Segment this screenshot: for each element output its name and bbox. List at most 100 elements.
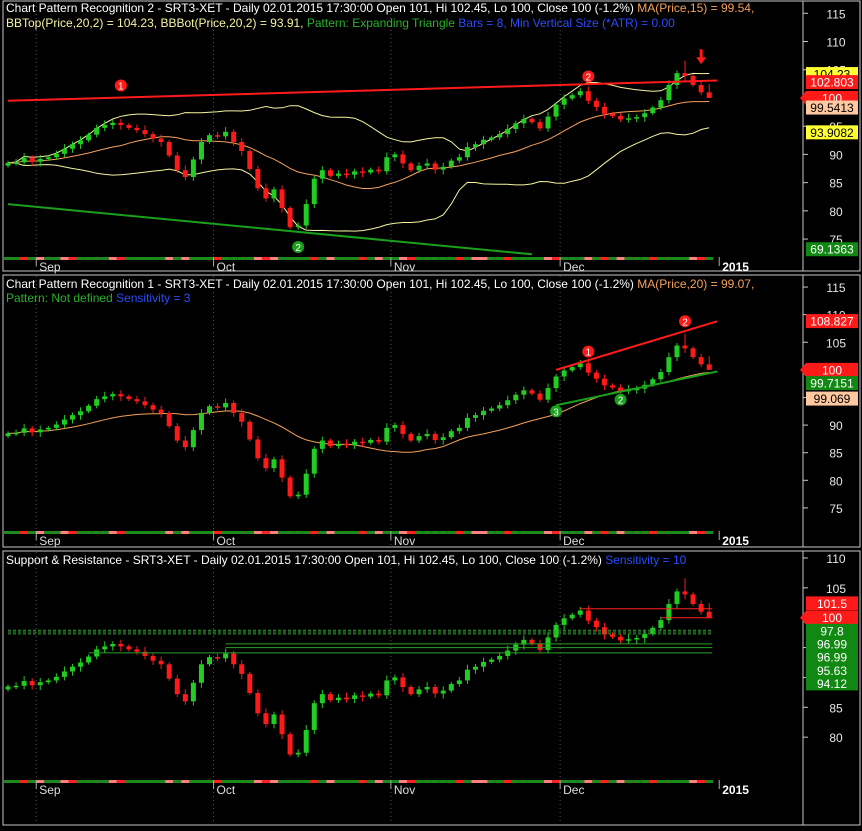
bar-status-strip	[310, 257, 319, 260]
bar-status-strip	[503, 531, 512, 534]
bar-status-strip	[463, 257, 472, 260]
candle-body	[432, 163, 438, 170]
bar-status-strip	[552, 531, 561, 534]
candle-body	[166, 141, 172, 156]
candle-body	[698, 84, 704, 93]
bar-status-strip	[495, 531, 504, 534]
candle-body	[21, 157, 27, 163]
bar-status-strip	[4, 780, 13, 783]
candle-body	[569, 95, 575, 99]
candle-body	[295, 225, 301, 228]
bar-status-strip	[28, 257, 37, 260]
candle-body	[303, 204, 309, 226]
bar-status-strip	[132, 780, 142, 783]
bar-status-strip	[20, 531, 29, 534]
candle-body	[456, 680, 462, 685]
price-tag-label: 99.5413	[810, 101, 854, 115]
bar-status-strip	[519, 531, 528, 534]
bar-status-strip	[68, 257, 77, 260]
candle-body	[150, 405, 156, 410]
bar-status-strip	[527, 257, 536, 260]
title-segment: BBBot(Price,20,2) = 93.91,	[160, 16, 306, 30]
title-segment: Chart Pattern Recognition 1 - SRT3-XET -…	[6, 277, 637, 291]
bar-status-strip	[648, 257, 657, 260]
candle-body	[658, 620, 664, 628]
bar-status-strip	[358, 257, 367, 260]
candle-body	[13, 162, 19, 164]
candle-body	[618, 116, 624, 120]
chart-canvas[interactable]: 7580859095100105110115122104.23102.80310…	[0, 0, 862, 826]
candle-body	[335, 697, 341, 701]
candle-body	[239, 664, 245, 674]
candle-body	[303, 730, 309, 753]
bar-status-strip	[519, 257, 528, 260]
candle-body	[344, 443, 350, 446]
y-tick-label: 85	[829, 177, 843, 191]
time-axis-label: Nov	[394, 260, 415, 274]
bar-status-strip	[664, 257, 673, 260]
candle-body	[239, 412, 245, 422]
candle-body	[577, 610, 583, 615]
candle-body	[464, 417, 470, 428]
candle-body	[440, 437, 446, 440]
bar-status-strip	[455, 780, 464, 783]
bar-status-strip	[326, 531, 335, 534]
bar-status-strip	[600, 531, 609, 534]
bar-status-strip	[697, 257, 706, 260]
candle-body	[182, 694, 188, 702]
candle-body	[593, 100, 599, 107]
price-tag-label: 93.9082	[810, 126, 854, 140]
bar-status-strip	[584, 257, 593, 260]
bar-status-strip	[76, 257, 85, 260]
bar-status-strip	[157, 780, 166, 783]
candle-body	[263, 188, 269, 199]
bar-status-strip	[632, 780, 641, 783]
candle-body	[29, 681, 35, 686]
candle-body	[311, 178, 317, 205]
bar-status-strip	[664, 780, 673, 783]
candle-body	[198, 412, 204, 431]
candle-body	[360, 441, 366, 444]
candle-body	[263, 713, 269, 725]
y-tick-label: 115	[826, 7, 845, 21]
candle-body	[110, 394, 116, 397]
candle-body	[521, 118, 527, 124]
candle-body	[352, 441, 358, 445]
bar-status-strip	[374, 531, 383, 534]
bar-status-strip	[100, 531, 109, 534]
bar-status-strip	[302, 257, 311, 260]
bar-status-strip	[84, 531, 93, 534]
candle-body	[553, 624, 559, 638]
bar-status-strip	[318, 780, 327, 783]
time-axis-label: 2015	[722, 534, 749, 548]
candle-body	[489, 408, 495, 411]
candle-body	[424, 687, 430, 690]
candle-body	[682, 73, 688, 76]
candle-body	[174, 155, 180, 171]
candle-body	[432, 433, 438, 440]
bar-status-strip	[471, 780, 480, 783]
candle-body	[529, 390, 535, 394]
bar-status-strip	[592, 257, 601, 260]
candle-body	[642, 113, 648, 118]
candle-body	[303, 473, 309, 495]
bar-status-strip	[326, 257, 335, 260]
bar-status-strip	[165, 780, 174, 783]
bar-status-strip	[689, 780, 698, 783]
bar-status-strip	[245, 531, 254, 534]
candle-body	[497, 655, 503, 660]
candle-body	[674, 345, 680, 358]
bar-status-strip	[28, 531, 37, 534]
candle-body	[118, 394, 124, 397]
bar-status-strip	[334, 780, 343, 783]
bar-status-strip	[157, 257, 166, 260]
pattern-support-line	[7, 203, 532, 256]
candle-body	[610, 385, 615, 388]
candle-body	[505, 129, 511, 135]
time-axis-label: Sep	[39, 783, 61, 797]
candle-body	[472, 666, 478, 670]
candle-body	[271, 714, 277, 725]
bar-status-strip	[415, 257, 424, 260]
candle-body	[271, 189, 277, 199]
candle-body	[263, 458, 269, 469]
